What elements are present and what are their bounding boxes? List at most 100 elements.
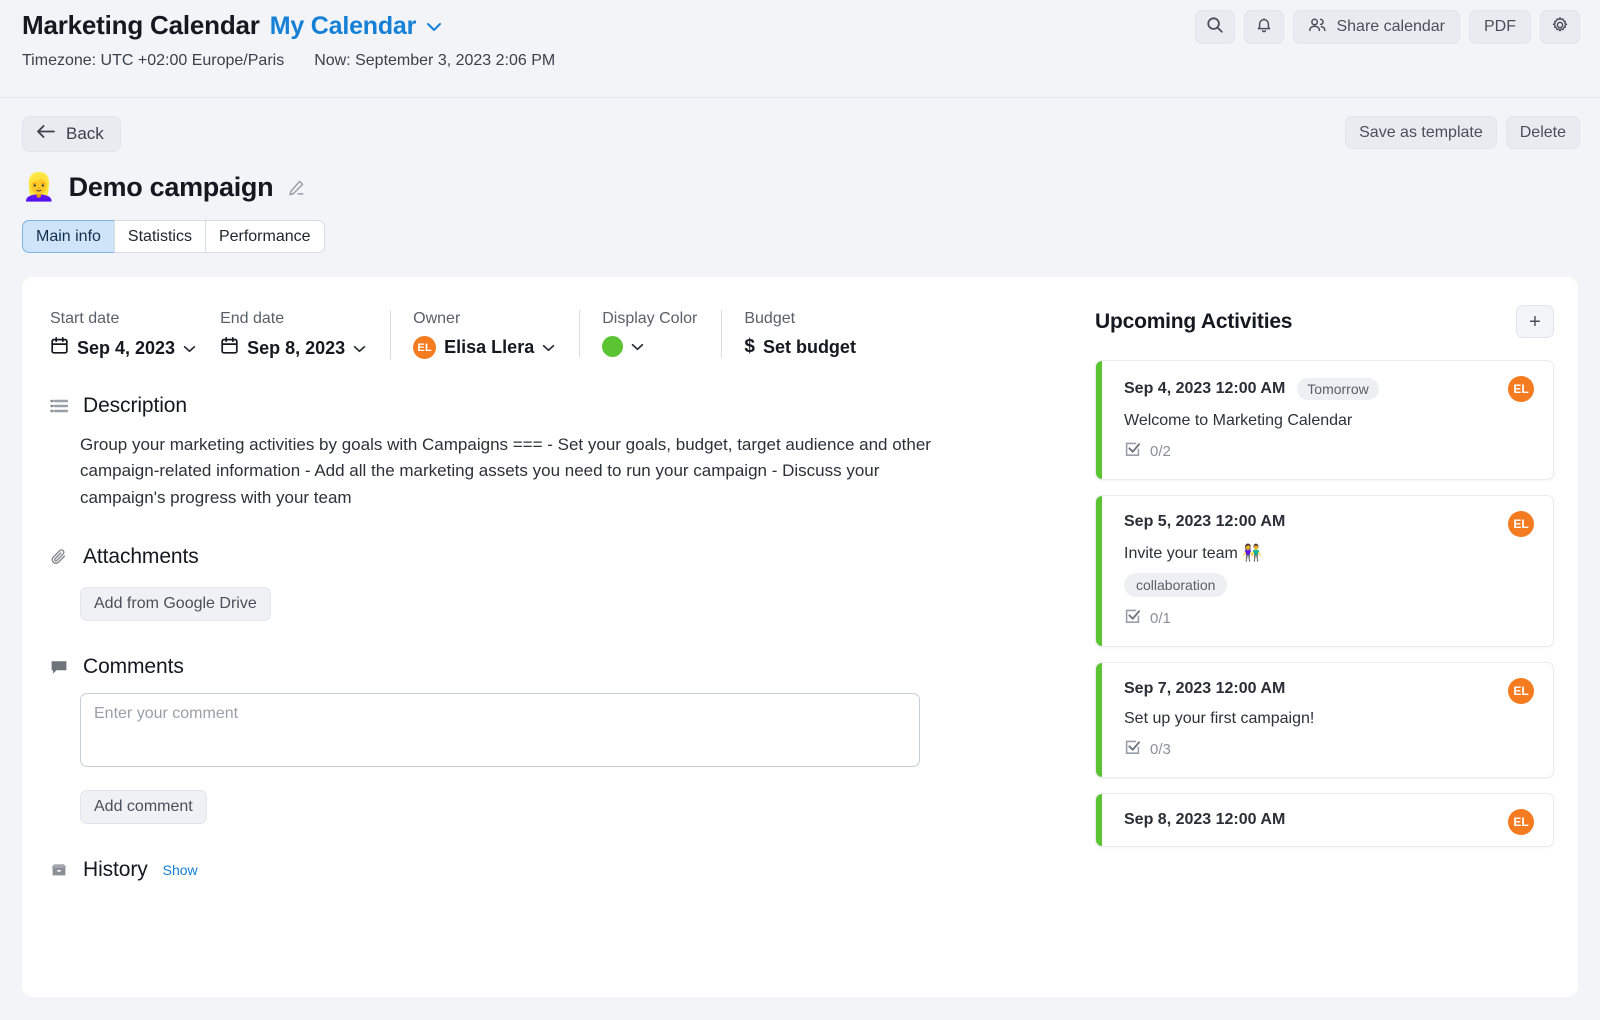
calendar-selector[interactable]: My Calendar xyxy=(270,12,417,41)
calendar-icon xyxy=(50,336,69,360)
activity-date: Sep 5, 2023 12:00 AM xyxy=(1124,513,1286,530)
comment-input[interactable] xyxy=(80,693,920,768)
list-icon xyxy=(50,398,68,414)
activity-date: Sep 4, 2023 12:00 AM xyxy=(1124,380,1286,397)
description-section: Description Group your marketing activit… xyxy=(50,394,1073,511)
delete-button[interactable]: Delete xyxy=(1505,116,1580,149)
main-info-panel: Start date Sep 4, 2023 End date Sep 8, 2… xyxy=(22,277,1073,997)
campaign-emoji: 👱‍♀️ xyxy=(22,172,56,202)
add-activity-button[interactable]: + xyxy=(1516,305,1554,338)
tab-statistics[interactable]: Statistics xyxy=(113,220,205,253)
add-from-google-drive-button[interactable]: Add from Google Drive xyxy=(80,587,271,622)
bell-icon xyxy=(1255,16,1273,39)
back-label: Back xyxy=(66,124,104,143)
start-date-value: Sep 4, 2023 xyxy=(77,337,176,358)
avatar: EL xyxy=(1508,376,1534,402)
checklist-count: 0/2 xyxy=(1150,443,1171,460)
save-as-template-button[interactable]: Save as template xyxy=(1345,116,1497,149)
back-button[interactable]: Back xyxy=(22,116,121,152)
calendar-icon xyxy=(220,336,239,360)
pdf-label: PDF xyxy=(1484,18,1516,35)
activity-color-bar xyxy=(1096,794,1102,846)
avatar: EL xyxy=(1508,678,1534,704)
tab-main-info[interactable]: Main info xyxy=(22,220,114,253)
owner-value: Elisa Llera xyxy=(444,337,535,357)
activity-checklist: 0/1 xyxy=(1124,608,1533,629)
avatar: EL xyxy=(1508,809,1534,835)
history-show-link[interactable]: Show xyxy=(163,862,198,878)
activity-date: Sep 8, 2023 12:00 AM xyxy=(1124,811,1286,828)
comment-icon xyxy=(50,659,68,676)
page-title: Marketing Calendar xyxy=(22,10,260,40)
activity-checklist: 0/2 xyxy=(1124,441,1533,462)
chevron-down-icon[interactable] xyxy=(631,339,644,354)
checkbox-icon xyxy=(1124,441,1141,462)
search-icon xyxy=(1206,16,1224,39)
top-header: Marketing Calendar My Calendar Timezone:… xyxy=(0,0,1600,98)
display-color-field[interactable]: Display Color xyxy=(579,310,721,357)
share-calendar-button[interactable]: Share calendar xyxy=(1293,10,1460,44)
description-text: Group your marketing activities by goals… xyxy=(80,435,931,507)
current-time-label: Now: September 3, 2023 2:06 PM xyxy=(314,52,556,69)
checkbox-icon xyxy=(1124,739,1141,760)
end-date-field[interactable]: End date Sep 8, 2023 xyxy=(220,310,390,360)
chevron-down-icon[interactable] xyxy=(426,20,442,36)
archive-icon xyxy=(50,862,68,878)
dollar-icon: $ xyxy=(744,336,755,357)
activities-header: Upcoming Activities + xyxy=(1095,305,1554,338)
history-section: History Show xyxy=(50,858,1073,882)
activity-color-bar xyxy=(1096,496,1102,646)
start-date-field[interactable]: Start date Sep 4, 2023 xyxy=(50,310,220,360)
chevron-down-icon[interactable] xyxy=(542,340,555,355)
campaign-title-row: 👱‍♀️ Demo campaign xyxy=(22,172,1578,203)
header-actions: Share calendar PDF xyxy=(1195,10,1580,44)
description-title: Description xyxy=(83,394,187,417)
avatar: EL xyxy=(413,336,437,359)
checkbox-icon xyxy=(1124,608,1141,629)
list-item[interactable]: EL Sep 4, 2023 12:00 AM Tomorrow Welcome… xyxy=(1095,360,1554,480)
end-date-value: Sep 8, 2023 xyxy=(247,337,346,358)
gear-icon xyxy=(1551,16,1569,39)
campaign-tabs: Main info Statistics Performance xyxy=(22,220,1578,253)
budget-field[interactable]: Budget $ Set budget xyxy=(721,310,880,358)
upcoming-activities-panel: Upcoming Activities + EL Sep 4, 2023 12:… xyxy=(1073,277,1578,997)
owner-label: Owner xyxy=(413,310,461,327)
tab-performance[interactable]: Performance xyxy=(204,220,325,253)
attachments-section: Attachments Add from Google Drive xyxy=(50,545,1073,622)
chevron-down-icon[interactable] xyxy=(353,341,366,356)
sub-header-actions: Save as template Delete xyxy=(1345,116,1580,149)
header-meta-row: Timezone: UTC +02:00 Europe/Paris Now: S… xyxy=(22,52,1578,70)
budget-value: Set budget xyxy=(762,336,856,357)
activity-checklist: 0/3 xyxy=(1124,739,1533,760)
paperclip-icon xyxy=(50,548,68,566)
activities-title: Upcoming Activities xyxy=(1095,309,1293,333)
list-item[interactable]: EL Sep 8, 2023 12:00 AM xyxy=(1095,793,1554,847)
comments-section: Comments Add comment xyxy=(50,655,1073,825)
list-item[interactable]: EL Sep 5, 2023 12:00 AM Invite your team… xyxy=(1095,495,1554,647)
list-item[interactable]: EL Sep 7, 2023 12:00 AM Set up your firs… xyxy=(1095,662,1554,778)
chevron-down-icon[interactable] xyxy=(183,341,196,356)
campaign-detail-card: Start date Sep 4, 2023 End date Sep 8, 2… xyxy=(22,277,1578,997)
activities-list: EL Sep 4, 2023 12:00 AM Tomorrow Welcome… xyxy=(1095,360,1554,847)
pdf-button[interactable]: PDF xyxy=(1469,10,1531,44)
color-swatch xyxy=(602,336,624,357)
checklist-count: 0/1 xyxy=(1150,610,1171,627)
display-color-label: Display Color xyxy=(602,310,698,327)
activity-date: Sep 7, 2023 12:00 AM xyxy=(1124,680,1286,697)
end-date-label: End date xyxy=(220,310,285,327)
pencil-icon[interactable] xyxy=(286,178,306,198)
history-title: History xyxy=(83,858,148,882)
campaign-meta-row: Start date Sep 4, 2023 End date Sep 8, 2… xyxy=(50,310,1073,360)
search-button[interactable] xyxy=(1195,10,1236,44)
sub-header: Back Save as template Delete 👱‍♀️ Demo c… xyxy=(0,98,1600,253)
add-comment-button[interactable]: Add comment xyxy=(80,790,207,825)
comments-title: Comments xyxy=(83,655,184,679)
avatar: EL xyxy=(1508,511,1534,537)
settings-button[interactable] xyxy=(1540,10,1580,44)
owner-field[interactable]: Owner EL Elisa Llera xyxy=(390,310,579,359)
timezone-label: Timezone: UTC +02:00 Europe/Paris xyxy=(22,52,285,69)
budget-label: Budget xyxy=(744,310,796,327)
activity-tag[interactable]: collaboration xyxy=(1124,573,1228,597)
notifications-button[interactable] xyxy=(1244,10,1285,44)
activity-color-bar xyxy=(1096,663,1102,777)
